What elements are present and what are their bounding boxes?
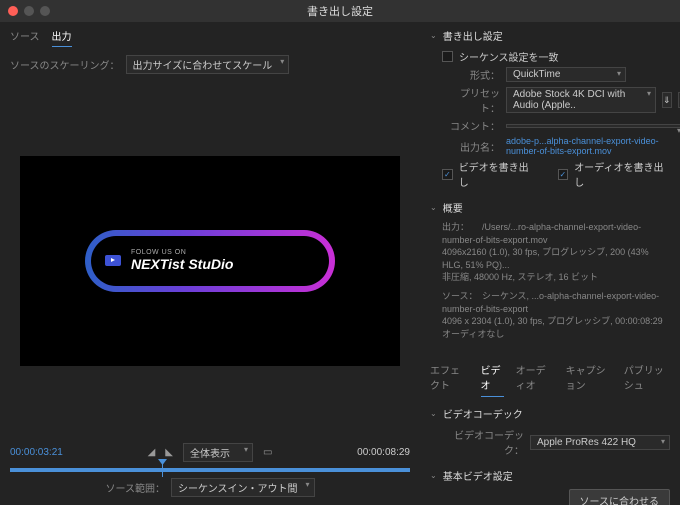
preview-video: FOLOW US ON NEXTist StuDio	[20, 156, 400, 366]
comment-field[interactable]	[506, 124, 680, 128]
export-settings-header[interactable]: ⌄書き出し設定	[430, 28, 670, 43]
preview-subtitle: FOLOW US ON	[131, 249, 233, 256]
match-sequence-checkbox[interactable]	[442, 51, 453, 62]
format-dropdown[interactable]: QuickTime	[506, 67, 626, 82]
scaling-label: ソースのスケーリング：	[10, 57, 120, 72]
tab-video[interactable]: ビデオ	[481, 362, 504, 397]
close-window[interactable]	[8, 6, 18, 16]
minimize-window[interactable]	[24, 6, 34, 16]
codec-dropdown[interactable]: Apple ProRes 422 HQ	[530, 435, 670, 450]
range-dropdown[interactable]: シーケンスイン・アウト間	[171, 478, 315, 497]
fit-dropdown[interactable]: 全体表示	[183, 443, 253, 462]
aspect-icon[interactable]: ▭	[263, 447, 272, 458]
tab-source[interactable]: ソース	[10, 28, 40, 47]
tab-audio[interactable]: オーディオ	[516, 362, 554, 397]
maximize-window[interactable]	[40, 6, 50, 16]
playhead[interactable]	[162, 463, 163, 477]
tab-effects[interactable]: エフェクト	[430, 362, 469, 397]
basic-video-header[interactable]: ⌄基本ビデオ設定	[430, 468, 670, 483]
output-name-link[interactable]: adobe-p...alpha-channel-export-video-num…	[506, 136, 670, 156]
export-audio-checkbox[interactable]	[558, 169, 569, 180]
mark-out-icon[interactable]: ◣	[165, 447, 173, 458]
tab-captions[interactable]: キャプション	[566, 362, 612, 397]
preset-dropdown[interactable]: Adobe Stock 4K DCI with Audio (Apple..	[506, 87, 656, 113]
scaling-dropdown[interactable]: 出力サイズに合わせてスケール	[126, 55, 290, 74]
tab-publish[interactable]: パブリッシュ	[624, 362, 670, 397]
mark-in-icon[interactable]: ◢	[148, 447, 156, 458]
duration-timecode: 00:00:08:29	[357, 447, 410, 458]
preview-title: NEXTist StuDio	[131, 256, 233, 272]
summary-header[interactable]: ⌄概要	[430, 200, 670, 215]
timeline-track[interactable]	[10, 468, 410, 472]
youtube-icon	[105, 255, 121, 266]
export-video-checkbox[interactable]	[442, 169, 453, 180]
codec-header[interactable]: ⌄ビデオコーデック	[430, 406, 670, 421]
save-preset-icon[interactable]: ⇓	[662, 92, 672, 108]
window-title: 書き出し設定	[307, 3, 373, 19]
match-source-button[interactable]: ソースに合わせる	[569, 489, 671, 505]
current-timecode[interactable]: 00:00:03:21	[10, 447, 63, 458]
tab-output[interactable]: 出力	[52, 28, 72, 47]
range-label: ソース範囲：	[106, 480, 166, 495]
